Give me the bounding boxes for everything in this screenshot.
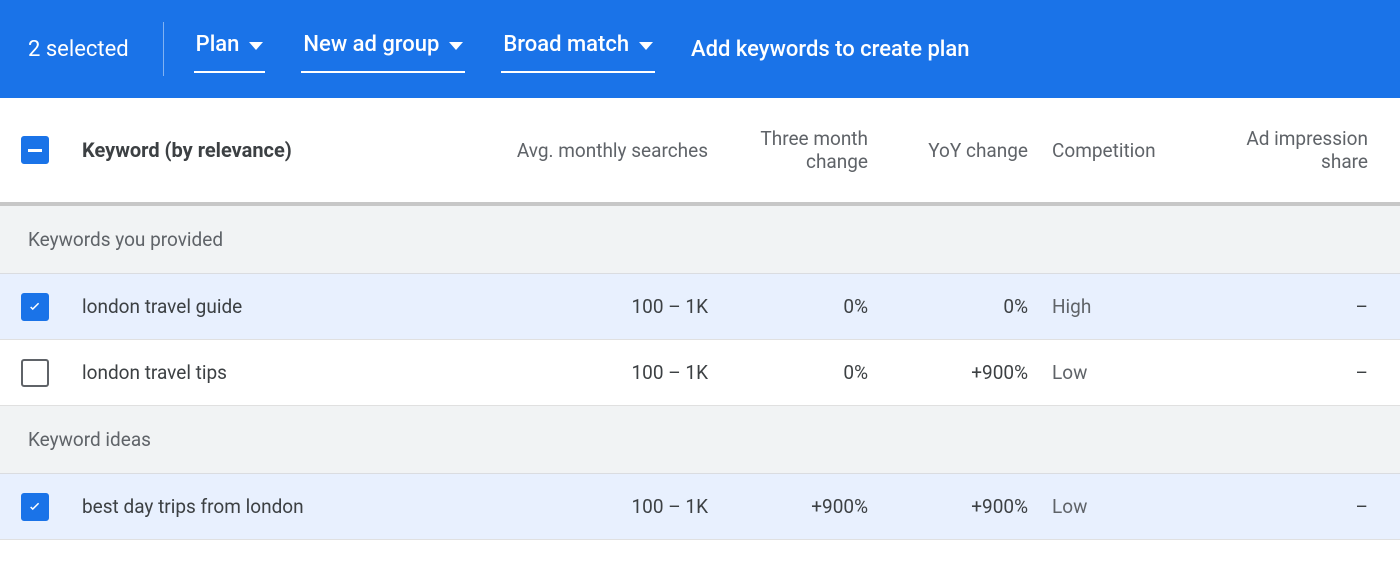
three-month-cell: 0% <box>720 295 880 318</box>
table-row[interactable]: london travel guide 100 – 1K 0% 0% High … <box>0 274 1400 340</box>
yoy-cell: +900% <box>880 495 1040 518</box>
separator <box>163 22 164 76</box>
ad-group-dropdown-label: New ad group <box>303 32 439 57</box>
row-checkbox[interactable] <box>21 293 49 321</box>
three-month-cell: +900% <box>720 495 880 518</box>
match-type-dropdown[interactable]: Broad match <box>501 26 655 73</box>
chevron-down-icon <box>249 42 263 50</box>
header-ad-share[interactable]: Ad impression share <box>1210 127 1380 173</box>
check-icon <box>26 498 44 516</box>
ad-group-dropdown[interactable]: New ad group <box>301 26 465 73</box>
select-all-checkbox[interactable] <box>21 136 49 164</box>
table-row[interactable]: best day trips from london 100 – 1K +900… <box>0 474 1400 540</box>
plan-dropdown-label: Plan <box>196 32 240 57</box>
check-icon <box>26 298 44 316</box>
plan-dropdown[interactable]: Plan <box>194 26 266 73</box>
row-checkbox[interactable] <box>21 493 49 521</box>
section-keyword-ideas: Keyword ideas <box>0 406 1400 474</box>
table-header: Keyword (by relevance) Avg. monthly sear… <box>0 98 1400 206</box>
header-keyword[interactable]: Keyword (by relevance) <box>70 138 440 162</box>
chevron-down-icon <box>449 42 463 50</box>
competition-cell: High <box>1040 295 1210 318</box>
action-bar: 2 selected Plan New ad group Broad match… <box>0 0 1400 98</box>
three-month-cell: 0% <box>720 361 880 384</box>
indeterminate-icon <box>28 149 42 152</box>
competition-cell: Low <box>1040 495 1210 518</box>
keyword-cell: london travel tips <box>70 361 440 384</box>
header-yoy[interactable]: YoY change <box>880 139 1040 162</box>
avg-searches-cell: 100 – 1K <box>440 361 720 384</box>
chevron-down-icon <box>639 42 653 50</box>
ad-share-cell: – <box>1210 361 1380 384</box>
competition-cell: Low <box>1040 361 1210 384</box>
row-checkbox[interactable] <box>21 359 49 387</box>
header-competition[interactable]: Competition <box>1040 139 1210 162</box>
yoy-cell: 0% <box>880 295 1040 318</box>
add-keywords-prompt[interactable]: Add keywords to create plan <box>691 37 969 62</box>
section-keywords-provided: Keywords you provided <box>0 206 1400 274</box>
ad-share-cell: – <box>1210 295 1380 318</box>
match-type-dropdown-label: Broad match <box>503 32 629 57</box>
header-three-month[interactable]: Three month change <box>720 127 880 173</box>
yoy-cell: +900% <box>880 361 1040 384</box>
avg-searches-cell: 100 – 1K <box>440 495 720 518</box>
ad-share-cell: – <box>1210 495 1380 518</box>
keyword-cell: best day trips from london <box>70 495 440 518</box>
avg-searches-cell: 100 – 1K <box>440 295 720 318</box>
table-row[interactable]: london travel tips 100 – 1K 0% +900% Low… <box>0 340 1400 406</box>
keyword-cell: london travel guide <box>70 295 440 318</box>
selected-count: 2 selected <box>28 37 137 62</box>
header-avg-searches[interactable]: Avg. monthly searches <box>440 139 720 162</box>
